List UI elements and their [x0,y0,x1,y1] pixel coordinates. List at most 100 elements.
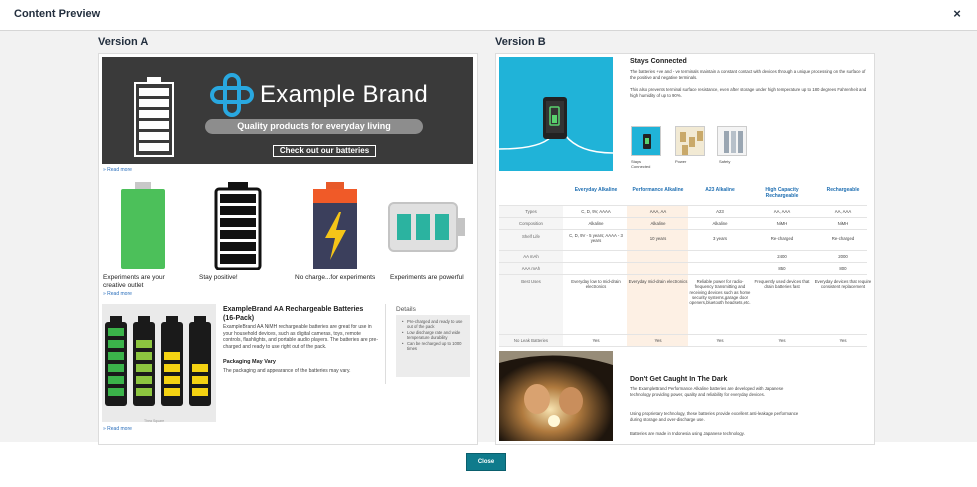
brand-logo-icon [210,73,254,117]
table-cell: C, D, 9V - 5 years; AAAA - 3 years [569,233,623,244]
version-b-label: Version B [495,36,546,48]
phone-charging-icon [499,97,613,154]
product-image [102,304,216,422]
batteries-icon [724,131,743,153]
table-cell: 2400 [777,254,787,259]
column-header: High Capacity Rechargeable [765,187,799,199]
flashlight-scene-icon [499,351,613,441]
feature-caption: No charge...for experiments [295,274,376,281]
green-battery-icon [121,182,165,269]
section-text: Using proprietary technology, these batt… [630,411,799,422]
column-header: Everyday Alkaline [574,187,618,193]
row-label: Best Uses [521,279,541,284]
list-item: Can be recharged up to 1000 times [402,341,468,351]
column-header: Rechargeable [826,187,860,193]
table-cell: Everyday mid-drain electronics [628,279,688,284]
packaging-text: The packaging and appearance of the batt… [223,368,351,374]
kids-flashlight-image [499,351,613,441]
section-title: Stays Connected [630,58,687,65]
table-cell: Re-charged [831,236,855,241]
close-icon[interactable]: × [949,6,965,22]
table-cell: Yes [592,338,600,343]
version-a-panel: Example Brand Quality products for every… [98,53,478,445]
table-cell: Re-charged [770,236,794,241]
feature-caption: Stay positive! [199,274,238,281]
table-cell: Everyday low to mid-drain electronics [571,279,621,290]
details-box: Pre-charged and ready to use out of the … [396,315,470,377]
thumb-caption: Power [675,159,687,164]
table-cell: 800 [839,266,847,271]
thumb-caption: Stays Connected [631,159,651,169]
section-text: The ExampleBrand Performance Alkaline ba… [630,386,784,397]
section-title: Don't Get Caught In The Dark [630,376,728,383]
stays-connected-thumb[interactable] [631,126,661,156]
details-list: Pre-charged and ready to use out of the … [402,319,468,352]
row-label-column [499,205,563,346]
version-b-panel: Stays Connected The batteries +ve and - … [495,53,875,445]
version-a-label: Version A [98,36,149,48]
table-cell: Everyday devices that require consistent… [814,279,872,290]
table-cell: Yes [778,338,786,343]
table-cell: AA, AAA [773,209,791,214]
battery-outline-icon [134,77,174,157]
table-cell: AA, AAA [834,209,852,214]
table-cell: 850 [778,266,786,271]
table-cell: 3 years [712,236,728,241]
table-cell: Yes [839,338,847,343]
details-heading: Details [396,306,416,313]
safety-thumb[interactable] [717,126,747,156]
modal-header: Content Preview × [0,0,977,31]
product-description: ExampleBrand AA NiMH rechargeable batter… [223,324,378,350]
row-label: AA mAh [523,254,539,259]
feature-caption: Experiments are your creative outlet [103,274,165,289]
battery-pack-icon [105,316,211,406]
read-more-link[interactable]: » Read more [103,426,132,432]
table-cell: Yes [716,338,724,343]
column-header: Performance Alkaline [632,187,684,193]
brand-tagline: Quality products for everyday living [205,119,423,134]
table-cell: Reliable power for radio-frequency trans… [689,279,751,306]
list-item: Low discharge rate and wide temperature … [402,330,468,340]
feature-caption: Experiments are powerful [390,274,464,281]
image-caption: Thea Square [144,419,165,423]
table-cell: 2000 [838,254,848,259]
details-panel: Details Pre-charged and ready to use out… [385,304,473,384]
phone-icon [643,134,651,149]
section-text: This also prevents terminal surface resi… [630,87,867,98]
horizontal-battery-icon [388,202,465,252]
table-cell: Alkaline [712,221,728,226]
battery-pattern-icon [680,131,703,155]
table-cell: Alkaline [588,221,604,226]
table-cell: C, D, 9V, AAAA [581,209,611,214]
row-label: Shelf Life [522,234,540,239]
read-more-link[interactable]: » Read more [103,167,132,173]
table-cell: AAA, AA [649,209,667,214]
table-cell: NiMH [776,221,788,226]
section-text: The batteries +ve and - ve terminals mai… [630,69,866,80]
table-cell: 10 years [649,236,667,241]
row-label: Types [525,209,537,214]
black-battery-icon [214,182,262,270]
row-label: No Leak Batteries [513,338,549,343]
hero-image [499,57,613,171]
close-button[interactable]: Close [466,453,506,471]
row-label: Composition [519,221,543,226]
packaging-title: Packaging May Vary [223,359,276,365]
table-cell: Frequently used devices that drain batte… [754,279,810,290]
brand-name: Example Brand [260,81,428,108]
modal-title: Content Preview [14,8,101,20]
table-cell: NiMH [837,221,849,226]
power-thumb[interactable] [675,126,705,156]
section-text: Batteries are made in Indonesia using Ja… [630,431,745,436]
table-cell: Alkaline [650,221,666,226]
read-more-link[interactable]: » Read more [103,291,132,297]
product-title: ExampleBrand AA Rechargeable Batteries (… [223,306,364,322]
table-cell: A23 [716,209,724,214]
table-cell: Yes [654,338,662,343]
column-header: A23 Alkaline [705,187,735,193]
list-item: Pre-charged and ready to use out of the … [402,319,468,329]
batteries-cta[interactable]: Check out our batteries [273,145,376,157]
brand-banner[interactable]: Example Brand Quality products for every… [102,57,473,164]
thumb-caption: Safety [719,159,731,164]
row-label: AAA mAh [521,266,541,271]
